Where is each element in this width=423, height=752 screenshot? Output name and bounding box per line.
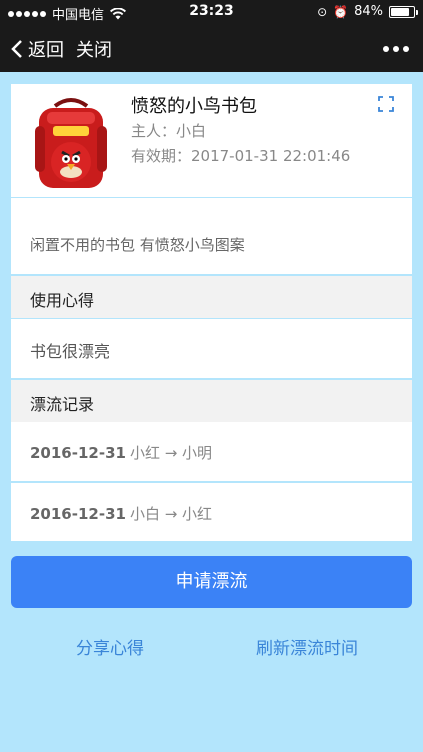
list-item: 2016-12-31 小红 → 小明 <box>11 422 412 481</box>
back-label: 返回 <box>28 40 64 61</box>
list-item: 2016-12-31 小白 → 小红 <box>11 483 412 541</box>
chevron-left-icon <box>11 40 22 58</box>
share-experience-link[interactable]: 分享心得 <box>76 634 144 659</box>
status-right: ⊙ ⏰ 84% <box>317 4 418 19</box>
refresh-drift-time-link[interactable]: 刷新漂流时间 <box>256 634 358 659</box>
record-line: 2016-12-31 小红 → 小明 <box>30 442 212 463</box>
more-dots-icon[interactable] <box>383 46 409 52</box>
backpack-image <box>35 98 107 188</box>
experience-text: 书包很漂亮 <box>30 342 111 361</box>
item-owner: 主人：小白 <box>131 122 207 140</box>
record-date: 2016-12-31 <box>30 505 126 523</box>
back-button[interactable]: 返回 <box>10 36 64 62</box>
rotation-lock-icon: ⊙ <box>317 4 328 19</box>
record-route: 小白 → 小红 <box>129 505 213 523</box>
description-card: 闲置不用的书包 有愤怒小鸟图案 <box>11 198 412 274</box>
records-title: 漂流记录 <box>30 395 95 414</box>
record-date: 2016-12-31 <box>30 444 126 462</box>
records-header: 漂流记录 <box>11 380 412 422</box>
item-expiry: 有效期：2017-01-31 22:01:46 <box>131 147 351 165</box>
battery-icon <box>389 5 418 18</box>
item-card: 愤怒的小鸟书包 主人：小白 有效期：2017-01-31 22:01:46 <box>11 84 412 197</box>
experience-title: 使用心得 <box>30 291 95 310</box>
record-route: 小红 → 小明 <box>129 444 213 462</box>
nav-bar: 返回 关闭 <box>0 24 423 72</box>
item-name: 愤怒的小鸟书包 <box>131 96 257 117</box>
alarm-icon: ⏰ <box>333 4 349 19</box>
close-button[interactable]: 关闭 <box>76 36 112 62</box>
apply-drift-button[interactable]: 申请漂流 <box>11 556 412 608</box>
item-description: 闲置不用的书包 有愤怒小鸟图案 <box>30 236 245 254</box>
battery-percent: 84% <box>354 4 383 19</box>
experience-card: 书包很漂亮 <box>11 319 412 378</box>
record-line: 2016-12-31 小白 → 小红 <box>30 503 212 524</box>
expand-icon[interactable] <box>378 96 394 112</box>
status-bar: 中国电信 23:23 ⊙ ⏰ 84% <box>0 0 423 24</box>
experience-header: 使用心得 <box>11 276 412 318</box>
